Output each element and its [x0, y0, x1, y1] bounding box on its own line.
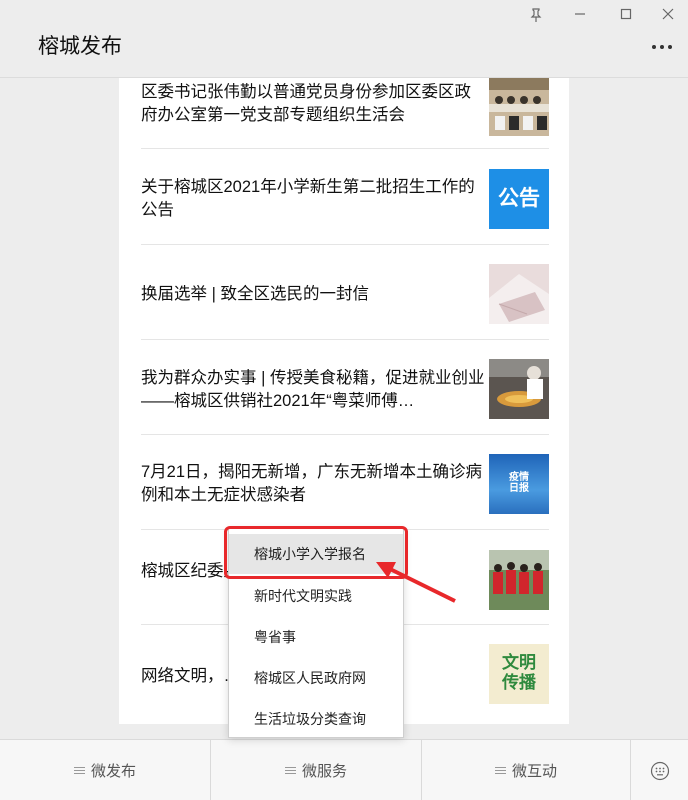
- cooking-photo: [489, 359, 549, 419]
- article-title: 我为群众办实事 | 传授美食秘籍，促进就业创业——榕城区供销社2021年“粤菜师…: [141, 369, 485, 410]
- menu-item-government-site[interactable]: 榕城区人民政府网: [229, 658, 403, 698]
- report-line-1: 疫情: [509, 472, 529, 483]
- keyboard-toggle[interactable]: [631, 740, 688, 800]
- article-item[interactable]: 我为群众办实事 | 传授美食秘籍，促进就业创业——榕城区供销社2021年“粤菜师…: [141, 340, 549, 435]
- report-line-2: 日报: [509, 483, 529, 494]
- article-item[interactable]: 7月21日，揭阳无新增，广东无新增本土确诊病例和本土无症状感染者 疫情 日报: [141, 435, 549, 530]
- tab-label: 微发布: [90, 763, 136, 780]
- civilization-badge: 文明 传播: [489, 644, 549, 704]
- article-title: 关于榕城区2021年小学新生第二批招生工作的公告: [141, 178, 475, 219]
- keyboard-icon: [650, 761, 669, 780]
- menu-item-yueshengshi[interactable]: 粤省事: [229, 617, 403, 657]
- notice-badge: 公告: [489, 169, 549, 229]
- tab-weihudong[interactable]: 微互动: [422, 740, 630, 800]
- tab-label: 微服务: [301, 763, 347, 780]
- article-title: 区委书记张伟勤以普通党员身份参加区委区政府办公室第一党支部专题组织生活会: [141, 83, 471, 124]
- article-title: 换届选举 | 致全区选民的一封信: [141, 285, 369, 303]
- meeting-photo: [489, 78, 549, 136]
- badge-line-1: 文明: [502, 653, 536, 672]
- tab-weifabu[interactable]: 微发布: [0, 740, 210, 800]
- menu-lines-icon: [284, 765, 296, 776]
- epidemic-report: 疫情 日报: [489, 454, 549, 514]
- tab-weifuwu[interactable]: 微服务: [211, 740, 421, 800]
- badge-line-2: 传播: [502, 673, 536, 692]
- article-item[interactable]: 区委书记张伟勤以普通党员身份参加区委区政府办公室第一党支部专题组织生活会: [141, 78, 549, 149]
- more-options-icon[interactable]: [652, 45, 672, 49]
- bottom-menu-bar: 微发布 微服务 微互动: [0, 739, 688, 800]
- tab-label: 微互动: [511, 763, 557, 780]
- menu-lines-icon: [494, 765, 506, 776]
- volunteers-photo: [489, 550, 549, 610]
- pointer-arrow-icon: [376, 562, 456, 603]
- close-icon[interactable]: [660, 8, 676, 24]
- menu-item-garbage-sorting[interactable]: 生活垃圾分类查询: [229, 699, 403, 739]
- window-title: 榕城发布: [38, 35, 122, 58]
- pin-icon[interactable]: [528, 8, 544, 24]
- minimize-icon[interactable]: [572, 8, 588, 24]
- envelope-photo: [489, 264, 549, 324]
- article-item[interactable]: 关于榕城区2021年小学新生第二批招生工作的公告 公告: [141, 150, 549, 245]
- article-title: 7月21日，揭阳无新增，广东无新增本土确诊病例和本土无症状感染者: [141, 463, 483, 504]
- article-item[interactable]: 换届选举 | 致全区选民的一封信: [141, 245, 549, 340]
- maximize-icon[interactable]: [618, 8, 634, 24]
- menu-lines-icon: [73, 765, 85, 776]
- title-bar: 榕城发布: [0, 0, 688, 78]
